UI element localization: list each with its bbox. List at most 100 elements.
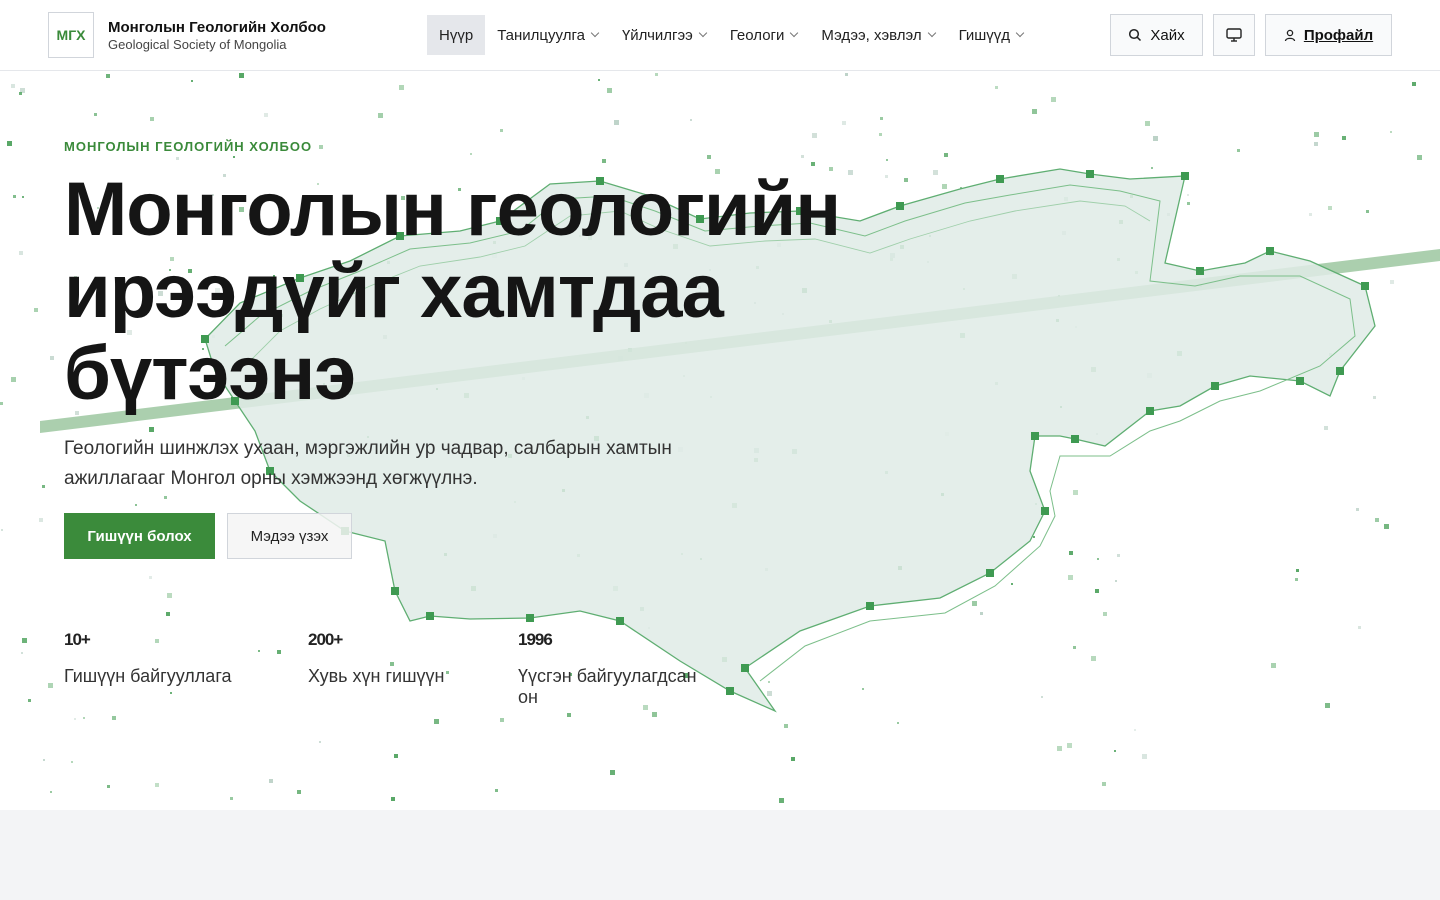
particle-dot [1237, 149, 1240, 152]
search-icon [1129, 28, 1142, 42]
particle-dot [567, 713, 571, 717]
particle-dot [1151, 167, 1153, 169]
particle-dot [149, 576, 152, 579]
map-node-marker [726, 687, 734, 695]
particle-dot [791, 757, 795, 761]
particle-dot [1373, 396, 1376, 399]
stat-value: 1996 [518, 630, 553, 649]
particle-dot [1051, 97, 1056, 102]
particle-dot [1358, 626, 1361, 629]
user-icon [1284, 29, 1295, 41]
stat-value: 200+ [308, 630, 343, 649]
particle-dot [495, 789, 498, 792]
particle-dot [1309, 213, 1312, 216]
hero-kicker: МОНГОЛЫН ГЕОЛОГИЙН ХОЛБОО [64, 139, 313, 154]
nav-item-label: Гишүүд [958, 26, 1011, 44]
nav-item-members[interactable]: Гишүүд [947, 15, 1035, 55]
particle-dot [779, 798, 784, 803]
nav-item-label: Танилцуулга [497, 26, 585, 44]
stat-member-orgs: 10+ Гишүүн байгууллага [64, 630, 232, 687]
particle-dot [610, 770, 615, 775]
particle-dot [269, 779, 273, 783]
display-toggle-button[interactable] [1213, 14, 1255, 56]
nav-item-label: Мэдээ, хэвлэл [821, 26, 922, 44]
particle-dot [7, 141, 12, 146]
map-node-marker [1266, 247, 1274, 255]
particle-dot [19, 92, 22, 95]
particle-dot [845, 73, 848, 76]
stat-label: Хувь хүн гишүүн [308, 666, 445, 686]
particle-dot [1068, 575, 1073, 580]
particle-dot [21, 652, 23, 654]
particle-dot [394, 754, 398, 758]
particle-dot [233, 156, 235, 158]
particle-dot [655, 73, 658, 76]
logo[interactable]: МГХ [48, 12, 94, 58]
become-member-button[interactable]: Гишүүн болох [64, 513, 215, 559]
particle-dot [191, 80, 193, 82]
stat-label: Үүсгэн байгуулагдсан он [518, 666, 697, 707]
map-node-marker [391, 587, 399, 595]
map-node-marker [1041, 507, 1049, 515]
profile-button[interactable]: Профайл [1265, 14, 1392, 56]
particle-dot [980, 612, 983, 615]
particle-dot [34, 308, 38, 312]
profile-label: Профайл [1303, 26, 1374, 44]
view-news-button[interactable]: Мэдээ үзэх [227, 513, 352, 559]
particle-dot [972, 601, 977, 606]
particle-dot [167, 593, 172, 598]
map-node-marker [426, 612, 434, 620]
brand-subtitle: Geological Society of Mongolia [108, 37, 287, 52]
particle-dot [944, 153, 948, 157]
particle-dot [434, 719, 439, 724]
map-node-marker [1031, 432, 1039, 440]
particle-dot [607, 88, 612, 93]
particle-dot [1095, 589, 1099, 593]
particle-dot [1011, 583, 1013, 585]
particle-dot [707, 155, 711, 159]
particle-dot [886, 159, 888, 161]
particle-dot [1, 529, 3, 531]
particle-dot [71, 761, 73, 763]
particle-dot [812, 133, 817, 138]
particle-dot [1390, 280, 1394, 284]
stat-individual-members: 200+ Хувь хүн гишүүн [308, 630, 445, 687]
particle-dot [862, 688, 864, 690]
particle-dot [995, 86, 998, 89]
map-node-marker [1146, 407, 1154, 415]
particle-dot [399, 85, 404, 90]
map-node-marker [1196, 267, 1204, 275]
particle-dot [811, 162, 815, 166]
particle-dot [164, 496, 167, 499]
nav-item-geology[interactable]: Геологи [718, 15, 810, 55]
chevron-down-icon [927, 28, 936, 38]
particle-dot [48, 683, 53, 688]
particle-dot [149, 427, 154, 432]
nav-item-home[interactable]: Нүүр [427, 15, 486, 55]
particle-dot [880, 117, 883, 120]
nav-item-about[interactable]: Танилцуулга [485, 15, 610, 55]
search-button[interactable]: Хайх [1110, 14, 1203, 56]
particle-dot [297, 790, 301, 794]
map-node-marker [741, 664, 749, 672]
particle-dot [1114, 750, 1116, 752]
particle-dot [112, 716, 116, 720]
particle-dot [1115, 580, 1117, 582]
particle-dot [166, 612, 170, 616]
particle-dot [879, 133, 882, 136]
particle-dot [176, 157, 179, 160]
brand-title[interactable]: Монголын Геологийн Холбоо [108, 19, 326, 36]
particle-dot [1069, 551, 1073, 555]
particle-dot [74, 718, 76, 720]
particle-dot [1033, 536, 1035, 538]
particle-dot [50, 356, 54, 360]
particle-dot [1417, 155, 1422, 160]
nav-item-services[interactable]: Үйлчилгээ [610, 15, 718, 55]
main-nav: Нүүр Танилцуулга Үйлчилгээ Геологи Мэдээ… [427, 15, 1035, 55]
particle-dot [13, 195, 16, 198]
particle-dot [28, 699, 31, 702]
particle-dot [801, 155, 804, 158]
particle-dot [598, 79, 600, 81]
particle-dot [1032, 109, 1037, 114]
nav-item-news[interactable]: Мэдээ, хэвлэл [809, 15, 946, 55]
